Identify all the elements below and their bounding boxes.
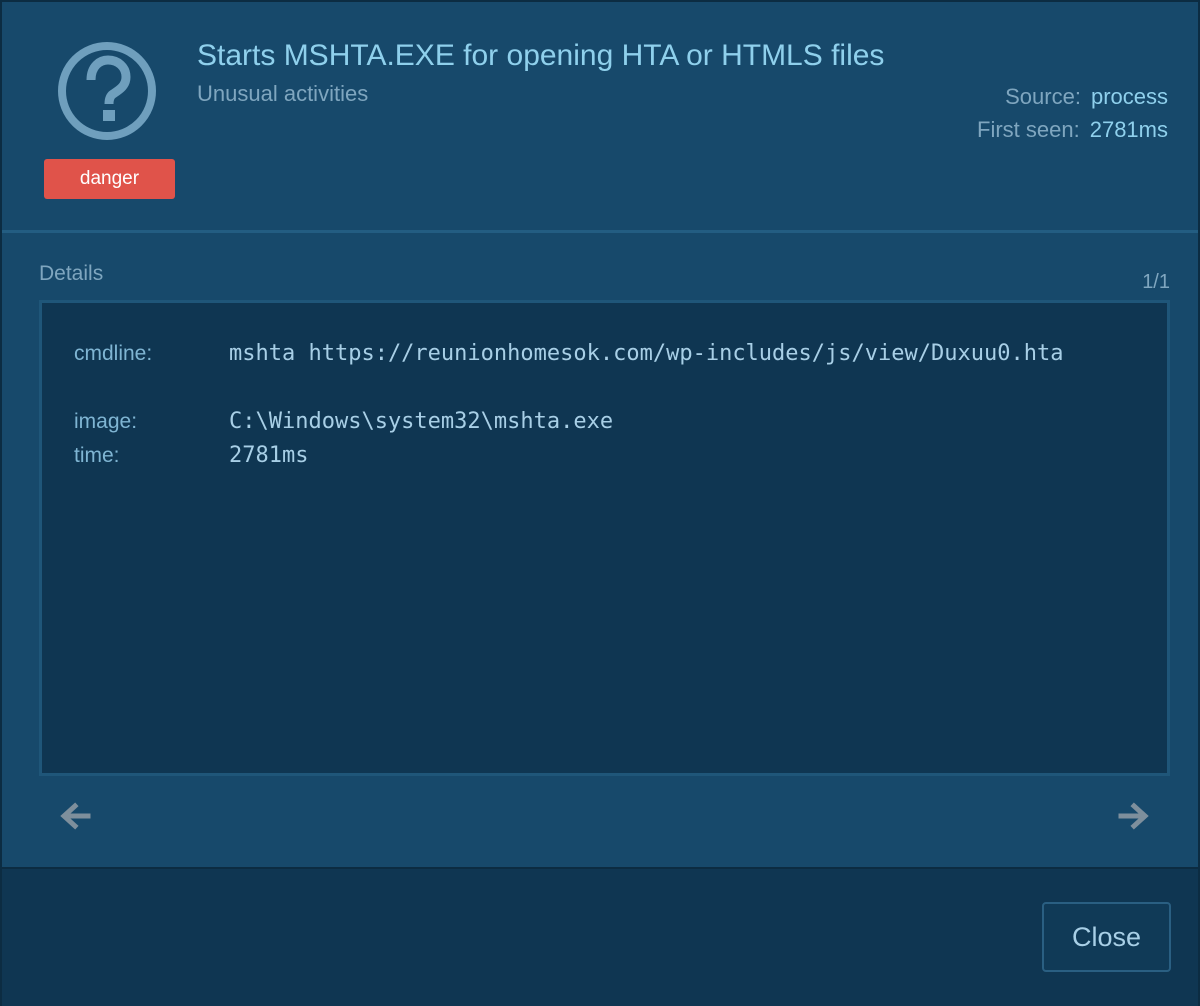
detail-row-cmdline: cmdline: mshta https://reunionhomesok.co… <box>74 337 1139 371</box>
close-button[interactable]: Close <box>1042 902 1171 972</box>
page-indicator: 1/1 <box>1142 271 1170 293</box>
detail-value: C:\Windows\system32\mshta.exe <box>229 409 614 434</box>
dialog-footer: Close <box>2 867 1198 1006</box>
detail-key: image: <box>74 410 138 433</box>
arrow-right-icon[interactable] <box>1117 799 1151 833</box>
detail-key: time: <box>74 444 120 467</box>
source-value: process <box>1090 84 1168 109</box>
first-seen-value: 2781ms <box>1089 117 1168 142</box>
first-seen-row: First seen: 2781ms <box>977 113 1168 146</box>
dialog-body: Details 1/1 cmdline: mshta https://reuni… <box>2 233 1198 867</box>
detail-key: cmdline: <box>74 342 153 365</box>
severity-badge: danger <box>44 159 175 199</box>
details-label: Details <box>39 262 104 285</box>
detail-value: mshta https://reunionhomesok.com/wp-incl… <box>229 341 1064 366</box>
dialog-subtitle: Unusual activities <box>197 81 369 106</box>
detail-row-time: time: 2781ms <box>74 439 1139 473</box>
detail-row-image: image: C:\Windows\system32\mshta.exe <box>74 405 1139 439</box>
meta-info: Source: process First seen: 2781ms <box>977 80 1168 146</box>
question-circle-icon <box>58 42 156 140</box>
source-row: Source: process <box>977 80 1168 113</box>
source-label: Source: <box>1005 84 1081 109</box>
dialog-header: danger Starts MSHTA.EXE for opening HTA … <box>2 2 1198 230</box>
details-panel: cmdline: mshta https://reunionhomesok.co… <box>39 300 1170 776</box>
detail-value: 2781ms <box>229 443 309 468</box>
dialog-title: Starts MSHTA.EXE for opening HTA or HTML… <box>197 39 885 72</box>
arrow-left-icon[interactable] <box>58 799 92 833</box>
first-seen-label: First seen: <box>977 117 1080 142</box>
behavior-details-dialog: danger Starts MSHTA.EXE for opening HTA … <box>0 0 1200 1006</box>
